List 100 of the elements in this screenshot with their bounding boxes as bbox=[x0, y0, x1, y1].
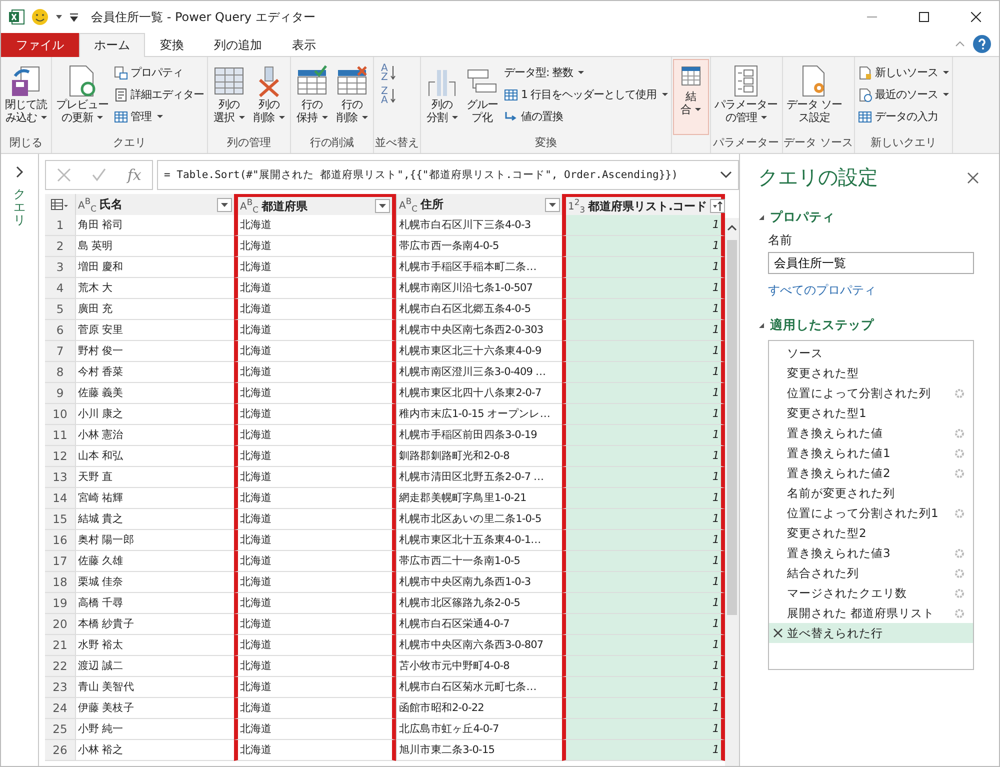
row-number: 14 bbox=[45, 488, 75, 509]
table-cell: 札幌市北区あいの里二条1-0-5 bbox=[396, 509, 562, 530]
ribbon-button[interactable]: 詳細エディター bbox=[112, 84, 206, 105]
collapse-ribbon-icon bbox=[955, 41, 965, 47]
ribbon-button[interactable]: 新しいソース bbox=[856, 62, 951, 83]
dropdown-icon bbox=[55, 13, 63, 21]
ribbon-button[interactable]: 結 合 bbox=[672, 59, 708, 135]
section-title[interactable]: 適用したステップ bbox=[770, 317, 874, 334]
table-cell: 1 bbox=[562, 236, 725, 257]
table-cell: 北海道 bbox=[234, 215, 396, 236]
table-cell: 札幌市清田区北野五条2-0-7 … bbox=[396, 467, 562, 488]
expand-icon[interactable] bbox=[720, 171, 732, 179]
ribbon-button[interactable]: プロパティ bbox=[112, 62, 206, 83]
ribbon-tab[interactable]: 列の追加 bbox=[199, 33, 277, 57]
ribbon-button[interactable]: 値の置換 bbox=[502, 106, 670, 127]
row-number: 26 bbox=[45, 740, 75, 761]
table-cell: 北海道 bbox=[234, 509, 396, 530]
ribbon-tab[interactable]: ホーム bbox=[79, 33, 145, 57]
step-item[interactable]: 置き換えられた値2 bbox=[769, 463, 973, 483]
excel-icon bbox=[9, 9, 25, 25]
step-item[interactable]: 変更された型 bbox=[769, 363, 973, 383]
ribbon-button[interactable]: 列の 分割 bbox=[422, 59, 462, 135]
table-cell: 佐藤 義美 bbox=[75, 383, 234, 404]
table-cell: 札幌市東区北十五条東4-0-1… bbox=[396, 530, 562, 551]
ribbon-button[interactable]: データ型: 整数 bbox=[502, 62, 670, 83]
row-number: 3 bbox=[45, 257, 75, 278]
row-number: 24 bbox=[45, 698, 75, 719]
table-cell: 北海道 bbox=[234, 383, 396, 404]
queries-pane-label[interactable]: クエリ bbox=[14, 188, 26, 228]
formula-field[interactable]: = Table.Sort(#"展開された 都道府県リスト",{{"都道府県リスト.コード", Order.Ascending}}) bbox=[157, 160, 739, 190]
step-item[interactable]: 展開された 都道府県リスト bbox=[769, 603, 973, 623]
table-cell: 北海道 bbox=[234, 656, 396, 677]
step-item[interactable]: ソース bbox=[769, 343, 973, 363]
table-cell: 北海道 bbox=[234, 467, 396, 488]
ribbon-button[interactable]: 列の 選択 bbox=[209, 59, 249, 135]
ribbon-button[interactable]: 閉じて読 み込む bbox=[2, 59, 50, 135]
table-cell: 今村 香菜 bbox=[75, 362, 234, 383]
filter-button[interactable] bbox=[545, 198, 560, 212]
step-item[interactable]: 位置によって分割された列1 bbox=[769, 503, 973, 523]
step-item[interactable]: 結合された列 bbox=[769, 563, 973, 583]
ribbon-button[interactable]: データの入力 bbox=[856, 106, 951, 127]
table-cell: 増田 慶和 bbox=[75, 257, 234, 278]
group-label: 変換 bbox=[534, 135, 557, 151]
sort-button[interactable]: A Z bbox=[375, 62, 402, 84]
filter-button[interactable] bbox=[710, 199, 725, 213]
caret-icon bbox=[379, 204, 386, 208]
ribbon-button[interactable]: 行の 削除 bbox=[332, 59, 372, 135]
ribbon-button[interactable]: 管理 bbox=[112, 106, 206, 127]
filter-button[interactable] bbox=[217, 198, 232, 212]
ribbon-button[interactable]: データ ソー ス設定 bbox=[784, 59, 845, 135]
step-item[interactable]: 変更された型2 bbox=[769, 523, 973, 543]
ribbon-button[interactable]: 列の 削除 bbox=[249, 59, 289, 135]
table-cell: 北海道 bbox=[234, 404, 396, 425]
table-cell: 小林 裕之 bbox=[75, 740, 234, 761]
table-cell: 菅原 安里 bbox=[75, 320, 234, 341]
table-cell: 1 bbox=[562, 509, 725, 530]
row-number: 16 bbox=[45, 530, 75, 551]
scrollbar[interactable] bbox=[725, 218, 739, 766]
step-item[interactable]: 名前が変更された列 bbox=[769, 483, 973, 503]
sort-button[interactable]: Z A bbox=[375, 85, 402, 107]
ribbon-button[interactable]: プレビュー の更新 bbox=[53, 59, 112, 135]
maximize-icon bbox=[919, 12, 929, 22]
step-item[interactable]: マージされたクエリ数 bbox=[769, 583, 973, 603]
ribbon-button[interactable]: パラメーター の管理 bbox=[712, 59, 780, 135]
table-cell: 1 bbox=[562, 278, 725, 299]
scroll-up-icon[interactable] bbox=[727, 224, 737, 232]
ribbon-button[interactable]: 最近のソース bbox=[856, 84, 951, 105]
table-cell: 1 bbox=[562, 530, 725, 551]
row-number: 2 bbox=[45, 236, 75, 257]
row-number: 18 bbox=[45, 572, 75, 593]
ribbon-button[interactable]: 行の 保持 bbox=[292, 59, 332, 135]
table-cell: 札幌市手稲区手稲本町二条… bbox=[396, 257, 562, 278]
cancel-icon bbox=[56, 168, 71, 182]
step-item[interactable]: 変更された型1 bbox=[769, 403, 973, 423]
row-number: 23 bbox=[45, 677, 75, 698]
filter-button[interactable] bbox=[375, 199, 390, 213]
table-cell: 1 bbox=[562, 467, 725, 488]
properties-icon bbox=[114, 66, 128, 80]
step-item[interactable]: 位置によって分割された列 bbox=[769, 383, 973, 403]
group-label: 並べ替え bbox=[375, 135, 419, 151]
smiley-icon bbox=[31, 8, 49, 26]
table-cell: 北海道 bbox=[234, 614, 396, 635]
step-item[interactable]: 置き換えられた値3 bbox=[769, 543, 973, 563]
table-cell: 小野 純一 bbox=[75, 719, 234, 740]
ribbon-button[interactable]: グルー プ化 bbox=[462, 59, 502, 135]
section-title[interactable]: プロパティ bbox=[770, 209, 835, 226]
ribbon-tab[interactable]: 変換 bbox=[145, 33, 199, 57]
table-cell: 北広島市虹ヶ丘4-0-7 bbox=[396, 719, 562, 740]
name-field[interactable]: 会員住所一覧 bbox=[768, 252, 974, 274]
step-item[interactable]: 置き換えられた値1 bbox=[769, 443, 973, 463]
ribbon-tab[interactable]: ファイル bbox=[1, 33, 79, 57]
table-cell: 北海道 bbox=[234, 551, 396, 572]
step-item[interactable]: 並べ替えられた行 bbox=[769, 623, 973, 643]
step-item[interactable]: 置き換えられた値 bbox=[769, 423, 973, 443]
table-cell: 1 bbox=[562, 677, 725, 698]
table-cell: 青山 美智代 bbox=[75, 677, 234, 698]
all-properties-link[interactable]: すべてのプロパティ bbox=[768, 282, 979, 299]
ribbon-tab[interactable]: 表示 bbox=[277, 33, 331, 57]
ribbon-button[interactable]: 1 行目をヘッダーとして使用 bbox=[502, 84, 670, 105]
table-cell: 高橋 千尋 bbox=[75, 593, 234, 614]
